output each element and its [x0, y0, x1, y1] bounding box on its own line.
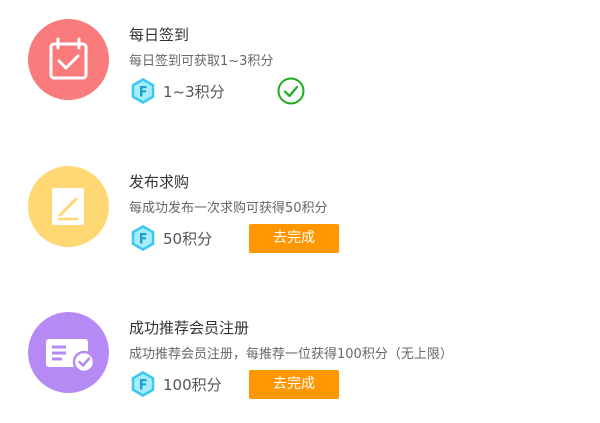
task-description: 成功推荐会员注册，每推荐一位获得100积分（无上限） [129, 347, 453, 362]
reward-points: 100积分 [163, 375, 222, 394]
task-description: 每日签到可获取1~3积分 [129, 54, 274, 69]
task-icon-badge [28, 166, 109, 247]
task-description: 每成功发布一次求购可获得50积分 [129, 201, 328, 216]
task-reward: 1~3积分 [129, 76, 225, 106]
reward-points: 1~3积分 [163, 82, 225, 101]
reward-points: 50积分 [163, 229, 213, 248]
completed-check-icon [277, 77, 305, 105]
points-coin-icon [131, 225, 155, 251]
task-refer-member: 成功推荐会员注册 成功推荐会员注册，每推荐一位获得100积分（无上限） 100积… [0, 303, 600, 403]
task-title: 成功推荐会员注册 [129, 319, 250, 337]
task-icon-badge [28, 19, 109, 100]
task-daily-checkin: 每日签到 每日签到可获取1~3积分 1~3积分 [0, 10, 600, 110]
points-coin-icon [131, 371, 155, 397]
task-title: 发布求购 [129, 173, 190, 191]
points-coin-icon [131, 78, 155, 104]
task-post-purchase-request: 发布求购 每成功发布一次求购可获得50积分 50积分 去完成 [0, 157, 600, 257]
go-complete-button[interactable]: 去完成 [249, 370, 339, 399]
points-task-list: 每日签到 每日签到可获取1~3积分 1~3积分 发布求购 每成功发布一次求购可获… [0, 0, 600, 423]
edit-icon [52, 188, 84, 225]
task-icon-badge [28, 312, 109, 393]
task-reward: 50积分 [129, 223, 212, 253]
member-card-icon [46, 339, 96, 374]
task-title: 每日签到 [129, 26, 190, 44]
task-reward: 100积分 [129, 369, 222, 399]
calendar-check-icon [49, 37, 88, 80]
go-complete-button[interactable]: 去完成 [249, 224, 339, 253]
